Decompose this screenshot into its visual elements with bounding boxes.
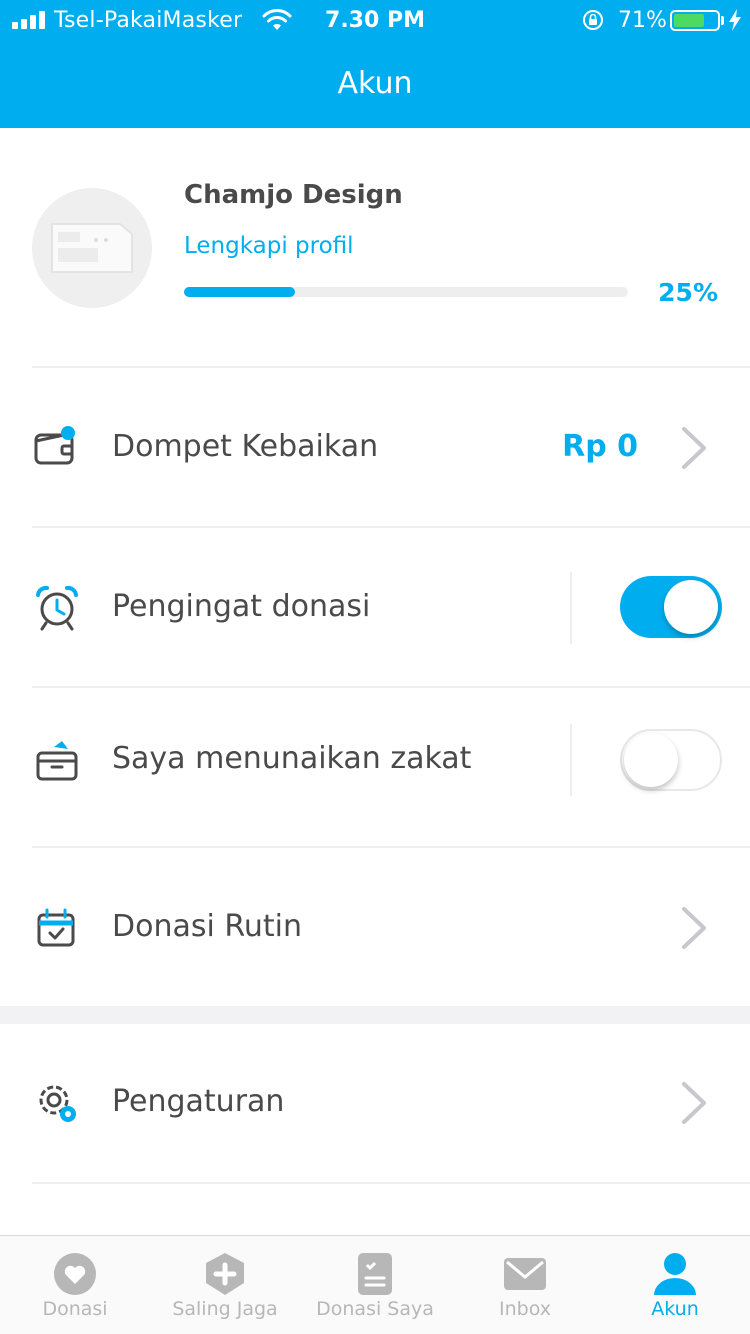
profile-progress-percent: 25% <box>658 278 718 307</box>
shield-plus-icon <box>206 1253 244 1295</box>
profile-progress-bar <box>184 287 628 297</box>
section-separator <box>0 1006 750 1024</box>
battery-tip <box>721 16 724 25</box>
zakat-row: Saya menunaikan zakat <box>0 689 750 847</box>
tab-donasi-saya[interactable]: Donasi Saya <box>300 1236 450 1334</box>
toggle-knob <box>624 733 678 787</box>
wallet-label: Dompet Kebaikan <box>112 429 379 464</box>
zakat-label: Saya menunaikan zakat <box>112 741 472 776</box>
battery-level <box>674 14 704 27</box>
tab-bar: Donasi Saling Jaga Donasi Saya Inbox Aku… <box>0 1235 750 1334</box>
zakat-toggle[interactable] <box>620 729 722 791</box>
toggle-knob <box>664 580 718 634</box>
charging-bolt-icon <box>729 9 741 31</box>
tab-label: Saling Jaga <box>172 1298 278 1320</box>
status-bar: Tsel-PakaiMasker 7.30 PM 71% <box>0 0 750 40</box>
battery-percent: 71% <box>618 8 667 33</box>
routine-donation-label: Donasi Rutin <box>112 909 302 944</box>
donation-reminder-row: Pengingat donasi <box>0 529 750 687</box>
envelope-icon <box>504 1258 546 1290</box>
settings-label: Pengaturan <box>112 1084 285 1119</box>
zakat-box-icon <box>36 741 78 781</box>
settings-row[interactable]: Pengaturan <box>0 1024 750 1182</box>
avatar[interactable] <box>32 188 152 308</box>
top-bar: Tsel-PakaiMasker 7.30 PM 71% Akun <box>0 0 750 128</box>
divider <box>32 526 750 528</box>
divider <box>32 686 750 688</box>
user-icon <box>654 1253 696 1295</box>
wallet-balance: Rp 0 <box>562 429 638 464</box>
vertical-separator <box>570 724 572 796</box>
vertical-separator <box>570 572 572 644</box>
image-placeholder-icon <box>51 223 133 273</box>
gear-icon <box>39 1085 76 1122</box>
divider <box>32 366 750 368</box>
routine-donation-row[interactable]: Donasi Rutin <box>0 849 750 1007</box>
profile-progress-fill <box>184 287 295 297</box>
tab-label: Akun <box>651 1298 699 1320</box>
wallet-row[interactable]: Dompet Kebaikan Rp 0 <box>0 369 750 527</box>
tab-label: Donasi Saya <box>316 1298 434 1320</box>
tab-label: Inbox <box>499 1298 551 1320</box>
tab-akun[interactable]: Akun <box>600 1236 750 1334</box>
calendar-check-icon <box>37 908 75 947</box>
chevron-right-icon <box>682 1082 706 1124</box>
tab-donasi[interactable]: Donasi <box>0 1236 150 1334</box>
divider <box>32 846 750 848</box>
chevron-right-icon <box>682 427 706 469</box>
tab-label: Donasi <box>42 1298 108 1320</box>
heart-icon <box>54 1253 96 1295</box>
rotation-lock-icon <box>583 10 603 30</box>
alarm-clock-icon <box>36 585 78 631</box>
document-icon <box>358 1253 392 1295</box>
tab-saling-jaga[interactable]: Saling Jaga <box>150 1236 300 1334</box>
complete-profile-link[interactable]: Lengkapi profil <box>184 233 354 259</box>
donation-reminder-label: Pengingat donasi <box>112 589 371 624</box>
donation-reminder-toggle[interactable] <box>620 576 722 638</box>
wallet-icon <box>34 426 75 465</box>
page-title: Akun <box>337 66 413 101</box>
divider <box>32 1182 750 1184</box>
profile-name: Chamjo Design <box>184 180 403 210</box>
tab-inbox[interactable]: Inbox <box>450 1236 600 1334</box>
battery-icon <box>670 10 720 31</box>
chevron-right-icon <box>682 907 706 949</box>
